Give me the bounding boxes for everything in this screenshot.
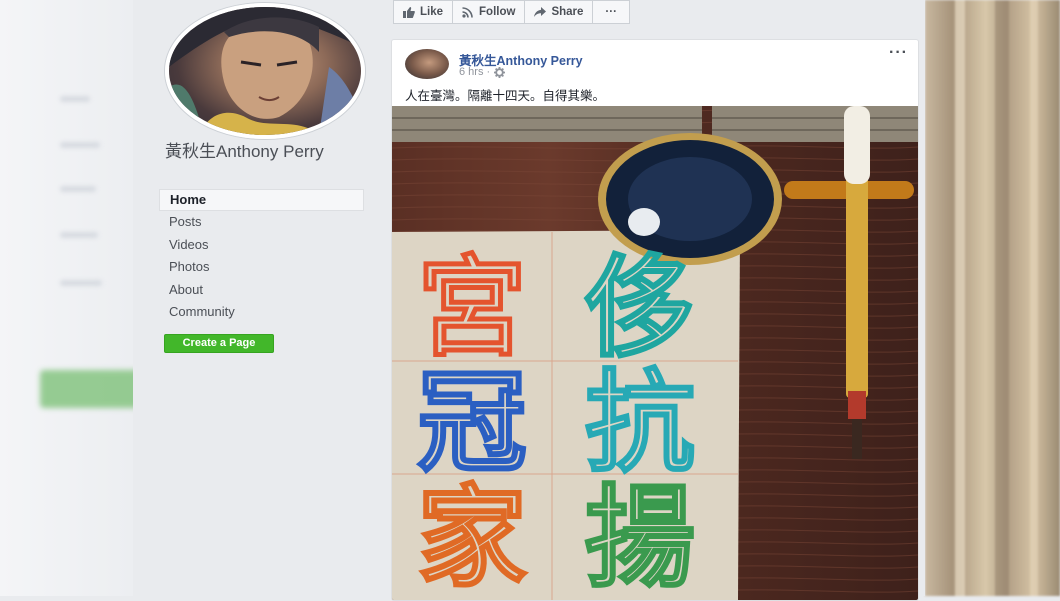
blur-decoration [60, 96, 90, 102]
calligraphy-char: 侈 [585, 244, 695, 372]
like-button[interactable]: Like [393, 0, 454, 24]
thumbs-up-icon [403, 6, 415, 18]
profile-picture[interactable] [165, 3, 365, 139]
calligraphy-char: 家 [417, 474, 527, 600]
page-action-bar: Like Follow Share ··· [393, 0, 630, 24]
blur-decoration [60, 186, 96, 192]
nav-item-community[interactable]: Community [159, 301, 364, 324]
post-time-text[interactable]: 6 hrs · [459, 66, 490, 78]
create-page-button[interactable]: Create a Page [164, 334, 274, 353]
more-options-button[interactable]: ··· [592, 0, 630, 24]
background-blur-right [925, 0, 1060, 596]
blur-decoration [60, 280, 102, 286]
nav-item-home[interactable]: Home [159, 189, 364, 211]
feed-post: 黃秋生Anthony Perry 6 hrs · ··· 人在臺灣。隔離十四天。… [391, 39, 919, 601]
calligraphy-char: 揚 [585, 474, 695, 600]
follow-button[interactable]: Follow [452, 0, 526, 24]
post-timestamp: 6 hrs · [459, 66, 506, 78]
gear-icon [494, 66, 506, 78]
post-photo[interactable]: 宮 侈 冠 抗 家 揚 [392, 106, 918, 600]
calligraphy-char: 宮 [417, 244, 527, 372]
calligraphy-char: 抗 [585, 359, 695, 487]
share-button[interactable]: Share [524, 0, 594, 24]
like-label: Like [420, 6, 444, 18]
nav-item-posts[interactable]: Posts [159, 211, 364, 234]
page-nav: Home Posts Videos Photos About Community [159, 189, 364, 324]
follow-label: Follow [479, 6, 516, 18]
profile-portrait-image [169, 7, 361, 135]
page-title[interactable]: 黃秋生Anthony Perry [165, 142, 365, 161]
post-author-avatar[interactable] [405, 49, 449, 79]
page-sidebar: 黃秋生Anthony Perry Home Posts Videos Photo… [133, 0, 378, 596]
main-feed: Like Follow Share ··· 黃秋生Anthony Perry 6… [378, 0, 925, 601]
more-icon: ··· [605, 6, 617, 18]
share-arrow-icon [534, 6, 547, 17]
calligraphy-photo: 宮 侈 冠 抗 家 揚 [392, 106, 918, 600]
nav-item-about[interactable]: About [159, 279, 364, 302]
post-options-button[interactable]: ··· [889, 44, 908, 62]
blur-decoration [60, 232, 98, 238]
calligraphy-char: 冠 [417, 359, 527, 487]
share-label: Share [551, 6, 584, 18]
rss-icon [462, 6, 473, 18]
nav-item-photos[interactable]: Photos [159, 256, 364, 279]
nav-item-videos[interactable]: Videos [159, 234, 364, 257]
post-text: 人在臺灣。隔離十四天。自得其樂。 [405, 89, 606, 103]
blur-decoration [40, 370, 133, 408]
blur-decoration [60, 142, 100, 148]
background-blur-left [0, 0, 133, 596]
